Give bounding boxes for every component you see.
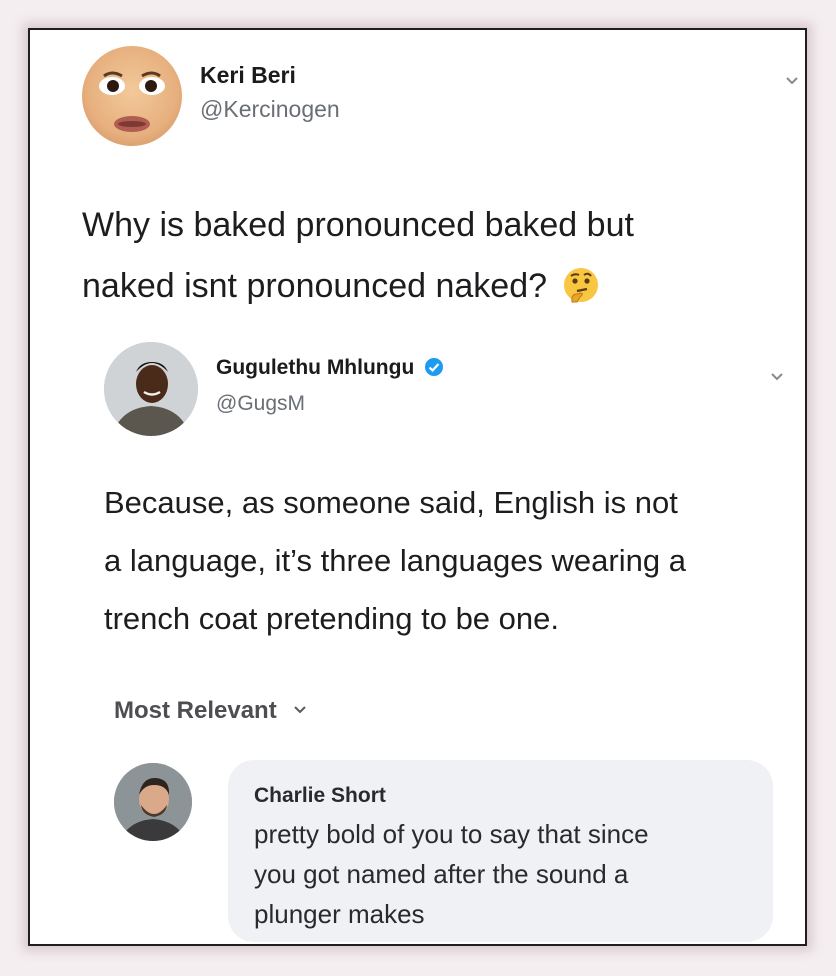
tweet2-text-line: trench coat pretending to be one. xyxy=(104,601,559,636)
comments-sort-label: Most Relevant xyxy=(114,697,277,724)
comment-author-name[interactable]: Charlie Short xyxy=(254,784,386,808)
tweet1-text-line: Why is baked pronounced baked but xyxy=(82,206,634,244)
comment-bubble: Charlie Short pretty bold of you to say … xyxy=(228,760,773,942)
tweet1-author-name[interactable]: Keri Beri xyxy=(200,62,296,89)
charlie-short-avatar[interactable] xyxy=(114,763,192,841)
tweet1-text: Why is baked pronounced baked but naked … xyxy=(82,195,634,317)
tweet1-author-handle[interactable]: @Kercinogen xyxy=(200,96,340,123)
tweet2-text: Because, as someone said, English is not… xyxy=(104,474,686,648)
tweet2-text-line: Because, as someone said, English is not xyxy=(104,485,678,520)
comments-sort-dropdown[interactable]: Most Relevant xyxy=(114,697,307,725)
comment-text: pretty bold of you to say that since you… xyxy=(254,814,649,934)
keri-beri-avatar[interactable] xyxy=(82,46,182,146)
tweet2-author-name-text[interactable]: Gugulethu Mhlungu xyxy=(216,356,414,379)
thinking-face-icon xyxy=(564,268,599,303)
comment-text-line: you got named after the sound a xyxy=(254,859,629,889)
tweet2-author-name: Gugulethu Mhlungu xyxy=(216,356,444,380)
meme-frame: Keri Beri @Kercinogen Why is baked prono… xyxy=(28,28,807,946)
tweet2-text-line: a language, it’s three languages wearing… xyxy=(104,543,686,578)
comment-text-line: pretty bold of you to say that since xyxy=(254,819,649,849)
tweet2-author-handle[interactable]: @GugsM xyxy=(216,392,305,416)
tweet2-menu-chevron-icon[interactable] xyxy=(770,372,784,382)
tweet1-menu-chevron-icon[interactable] xyxy=(785,76,799,86)
gugulethu-mhlungu-avatar[interactable] xyxy=(104,342,198,436)
tweet1-text-line: naked isnt pronounced naked? xyxy=(82,256,634,317)
comment-text-line: plunger makes xyxy=(254,899,425,929)
chevron-down-icon xyxy=(294,706,307,714)
verified-badge-icon xyxy=(425,358,444,376)
